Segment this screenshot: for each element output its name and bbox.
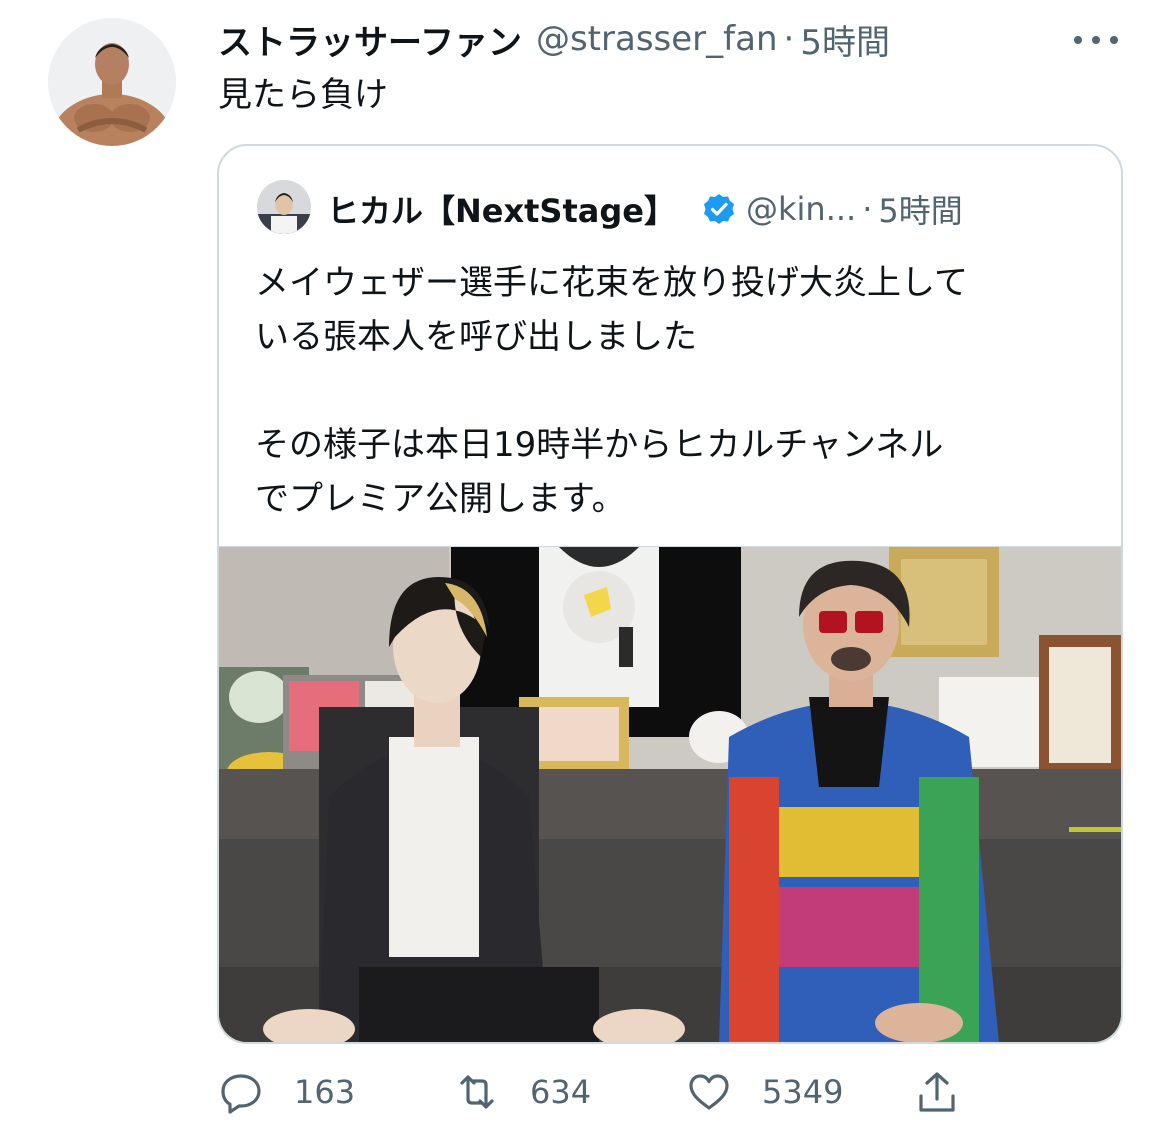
heart-icon	[689, 1074, 729, 1110]
tweet-action-bar: 163 634 5349	[218, 1064, 978, 1120]
quoted-author-name: ヒカル【NextStage】	[327, 192, 676, 230]
quoted-tweet-timestamp: 5時間	[878, 192, 963, 230]
author-handle[interactable]: @strasser_fan	[536, 19, 778, 59]
retweet-button[interactable]: 634	[454, 1064, 591, 1120]
quoted-author-avatar	[257, 180, 311, 234]
quoted-separator-dot: ·	[862, 190, 873, 228]
tweet-header: ストラッサーファン @strasser_fan · 5時間	[218, 14, 890, 64]
reply-icon	[221, 1074, 261, 1114]
verified-badge-icon	[703, 194, 734, 224]
quoted-text-line: でプレミア公開します。	[255, 479, 626, 519]
like-button[interactable]: 5349	[686, 1064, 843, 1120]
tweet-timestamp[interactable]: 5時間	[800, 15, 890, 64]
quoted-text-line: その様子は本日19時半からヒカルチャンネル	[255, 425, 944, 465]
like-count: 5349	[762, 1073, 844, 1111]
quoted-text-line: メイウェザー選手に花束を放り投げ大炎上して	[255, 263, 968, 303]
reply-button[interactable]: 163	[218, 1064, 355, 1120]
quoted-tweet-card[interactable]: ヒカル【NextStage】 @kin... · 5時間 メイウェザー選手に花束…	[217, 144, 1123, 1044]
share-icon	[919, 1072, 955, 1112]
retweet-icon	[460, 1075, 494, 1109]
quoted-author-handle: @kin...	[745, 190, 857, 228]
quoted-text-line: いる張本人を呼び出しました	[255, 317, 697, 357]
author-avatar[interactable]	[48, 18, 176, 146]
quoted-tweet-header: ヒカル【NextStage】 @kin... · 5時間	[327, 182, 963, 236]
separator-dot: ·	[783, 19, 795, 59]
quoted-tweet-text: メイウェザー選手に花束を放り投げ大炎上して いる張本人を呼び出しました その様子…	[255, 256, 1105, 526]
more-horizontal-icon[interactable]	[1068, 22, 1124, 58]
tweet-text: 見たら負け	[218, 75, 388, 115]
share-button[interactable]	[914, 1064, 960, 1120]
author-display-name[interactable]: ストラッサーファン	[218, 15, 522, 64]
quoted-tweet-photo[interactable]	[219, 546, 1121, 1042]
retweet-count: 634	[530, 1073, 592, 1111]
reply-count: 163	[294, 1073, 356, 1111]
